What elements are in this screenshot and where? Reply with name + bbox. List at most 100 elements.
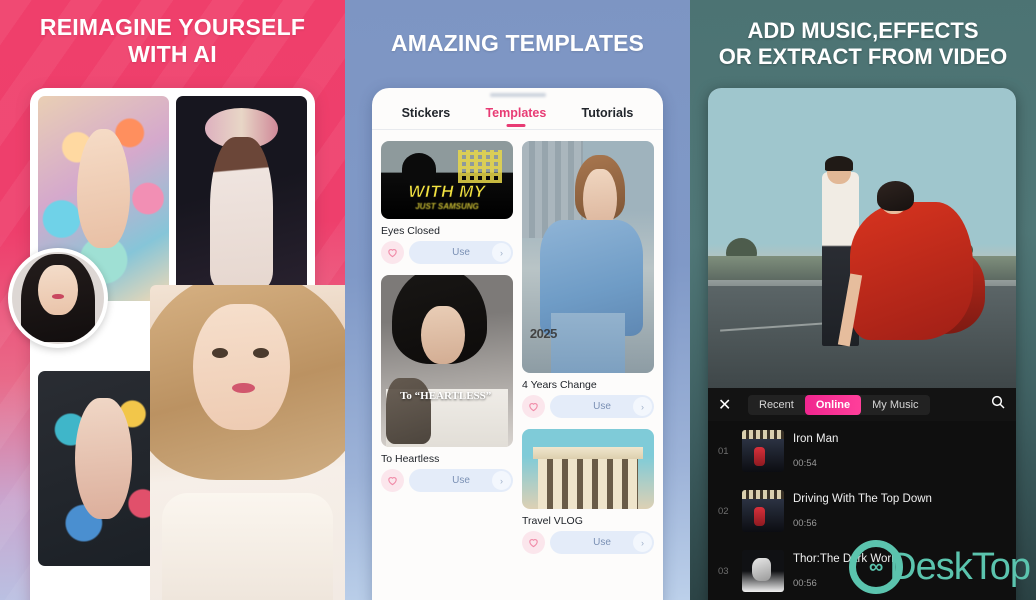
templates-masonry: WITH MY JUST SAMSUNG Eyes Closed Use › T… [372, 132, 663, 561]
template-name: Eyes Closed [381, 225, 440, 237]
track-info: Driving With The Top Down 00:56 [793, 490, 1006, 532]
use-template-button[interactable]: Use › [550, 531, 654, 554]
tab-my-music[interactable]: My Music [861, 395, 929, 415]
thumbnail-jeans [551, 312, 625, 373]
use-label: Use [593, 401, 611, 412]
thumbnail-tattoo [386, 378, 432, 444]
use-template-button[interactable]: Use › [550, 395, 654, 418]
list-item[interactable]: 01 Iron Man 00:54 [708, 421, 1016, 481]
portrait-dress [161, 492, 334, 600]
templates-column-left: WITH MY JUST SAMSUNG Eyes Closed Use › T… [381, 141, 513, 561]
headline-line-1: REIMAGINE YOURSELF [39, 14, 306, 40]
portrait-face [192, 303, 291, 430]
thumbnail-overlay-main: 2025 [529, 325, 557, 341]
thumbnail-overlay-main: WITH MY [408, 181, 486, 201]
track-title: Driving With The Top Down [793, 493, 932, 505]
use-label: Use [452, 247, 470, 258]
track-duration: 00:56 [793, 518, 817, 529]
video-dancer-female-hair [877, 181, 915, 211]
search-icon[interactable] [990, 394, 1006, 415]
list-item[interactable]: 03 Thor:The Dark World 00:56 [708, 541, 1016, 600]
tab-tutorials[interactable]: Tutorials [582, 106, 634, 120]
track-title: Thor:The Dark World [793, 553, 901, 565]
avatar-lips [52, 294, 64, 299]
tab-online[interactable]: Online [804, 394, 862, 415]
tabbar-divider [372, 129, 663, 130]
templates-column-right: 2025 4 Years Change Use › Travel VLOG Us… [522, 141, 654, 561]
thumbnail-overlay-sub: JUST SAMSUNG [415, 201, 479, 211]
thumbnail-city-lights [457, 150, 503, 184]
template-card[interactable]: 2025 4 Years Change Use › [522, 141, 654, 425]
chevron-right-icon: › [633, 397, 652, 416]
list-item[interactable]: 02 Driving With The Top Down 00:56 [708, 481, 1016, 541]
use-label: Use [452, 475, 470, 486]
headline-line-1: AMAZING TEMPLATES [391, 30, 644, 56]
template-actions: Use › [522, 395, 654, 418]
phone-mockup-templates: Stickers Templates Tutorials WITH MY JUS… [372, 88, 663, 600]
music-source-tabs: Recent Online My Music [748, 394, 930, 415]
portrait-eye-right [253, 348, 269, 359]
favorite-heart-icon[interactable] [522, 395, 545, 418]
portrait-eye-left [212, 348, 228, 359]
template-name: Travel VLOG [522, 515, 583, 527]
panel-music-headline: ADD MUSIC,EFFECTS OR EXTRACT FROM VIDEO [690, 18, 1036, 71]
panel-reimagine: REIMAGINE YOURSELF WITH AI [0, 0, 345, 600]
track-title: Iron Man [793, 433, 839, 445]
chevron-right-icon: › [633, 533, 652, 552]
tab-templates[interactable]: Templates [485, 106, 546, 120]
favorite-heart-icon[interactable] [381, 469, 404, 492]
tab-stickers[interactable]: Stickers [402, 106, 451, 120]
use-template-button[interactable]: Use › [409, 241, 513, 264]
status-bar [372, 88, 663, 102]
thumbnail-silhouette [402, 153, 437, 180]
template-thumbnail[interactable] [522, 429, 654, 509]
chevron-right-icon: › [492, 243, 511, 262]
panel-templates: AMAZING TEMPLATES Stickers Templates Tut… [345, 0, 690, 600]
track-info: Thor:The Dark World 00:56 [793, 550, 1006, 592]
templates-tabbar: Stickers Templates Tutorials [372, 102, 663, 129]
thumbnail-face [420, 305, 466, 365]
template-name: To Heartless [381, 453, 440, 465]
music-toolbar: ✕ Recent Online My Music [708, 388, 1016, 421]
hero-portrait-image [150, 285, 345, 600]
template-card[interactable]: To “HEARTLESS” To Heartless Use › [381, 275, 513, 499]
ai-portrait-tile[interactable] [176, 96, 307, 301]
headline-line-1: ADD MUSIC,EFFECTS [747, 18, 979, 43]
panel-reimagine-headline: REIMAGINE YOURSELF WITH AI [0, 14, 345, 68]
panel-music: ADD MUSIC,EFFECTS OR EXTRACT FROM VIDEO [690, 0, 1036, 600]
template-thumbnail[interactable]: 2025 [522, 141, 654, 373]
template-thumbnail[interactable]: WITH MY JUST SAMSUNG [381, 141, 513, 219]
track-info: Iron Man 00:54 [793, 430, 1006, 472]
thumbnail-roof [532, 446, 644, 460]
track-number: 03 [718, 565, 729, 577]
track-duration: 00:56 [793, 578, 817, 589]
use-template-button[interactable]: Use › [409, 469, 513, 492]
thumbnail-overlay-main: To “HEARTLESS” [400, 390, 492, 403]
screenshot-gallery: REIMAGINE YOURSELF WITH AI AMAZING TEMPL… [0, 0, 1036, 600]
template-thumbnail[interactable]: To “HEARTLESS” [381, 275, 513, 447]
favorite-heart-icon[interactable] [522, 531, 545, 554]
track-number: 02 [718, 505, 729, 517]
track-artwork [742, 430, 784, 472]
headline-line-2: OR EXTRACT FROM VIDEO [718, 44, 1008, 70]
headline-line-2: WITH AI [128, 40, 217, 67]
video-preview[interactable] [708, 88, 1016, 388]
template-actions: Use › [522, 531, 654, 554]
template-actions: Use › [381, 241, 513, 264]
tab-recent[interactable]: Recent [748, 395, 805, 415]
track-artwork [742, 550, 784, 592]
template-card[interactable]: Travel VLOG Use › [522, 429, 654, 561]
track-number: 01 [718, 445, 729, 457]
favorite-heart-icon[interactable] [381, 241, 404, 264]
panel-templates-headline: AMAZING TEMPLATES [345, 30, 690, 57]
avatar[interactable] [8, 248, 108, 348]
close-icon[interactable]: ✕ [718, 395, 744, 415]
chevron-right-icon: › [492, 471, 511, 490]
phone-mockup-music: ✕ Recent Online My Music 01 Iron Man 00:… [708, 88, 1016, 600]
template-name: 4 Years Change [522, 379, 597, 391]
template-card[interactable]: WITH MY JUST SAMSUNG Eyes Closed Use › [381, 141, 513, 271]
video-dancer-male-hair [825, 155, 853, 171]
use-label: Use [593, 537, 611, 548]
avatar-face [37, 264, 79, 315]
track-artwork [742, 490, 784, 532]
